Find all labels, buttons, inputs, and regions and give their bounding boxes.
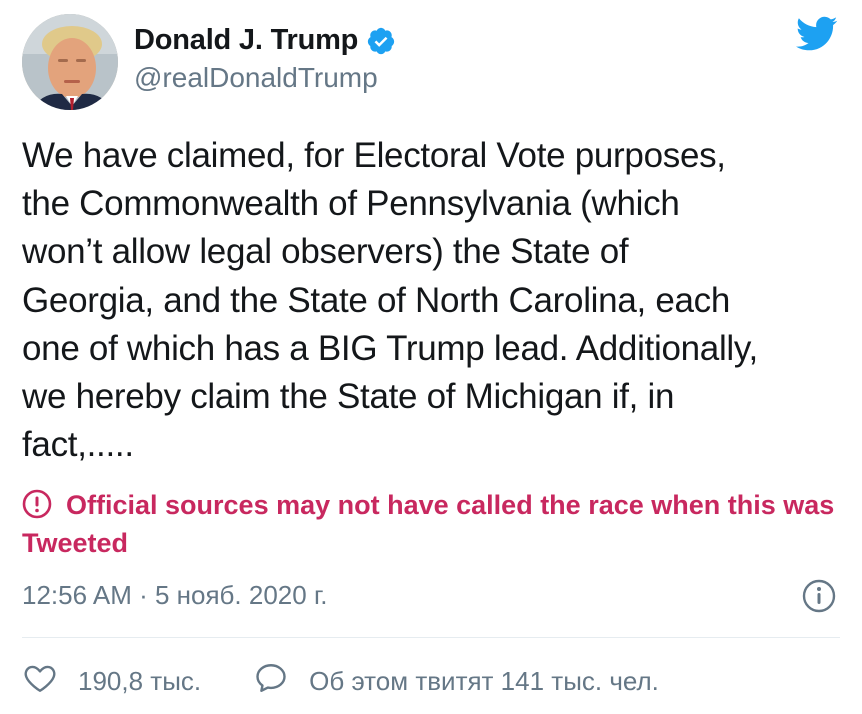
speech-bubble-icon [253, 660, 289, 703]
like-button[interactable]: 190,8 тыс. [22, 660, 201, 703]
avatar[interactable] [22, 14, 118, 110]
reply-button[interactable]: Об этом твитят 141 тыс. чел. [253, 660, 659, 703]
info-icon[interactable] [802, 579, 836, 613]
tweet-actions: 190,8 тыс. Об этом твитят 141 тыс. чел. [22, 660, 659, 703]
election-notice-text: Official sources may not have called the… [22, 490, 835, 558]
twitter-bird-icon[interactable] [796, 16, 838, 52]
author-block: Donald J. Trump @realDonaldTrump [134, 24, 396, 94]
author-display-name[interactable]: Donald J. Trump [134, 24, 358, 57]
tweet-card: Donald J. Trump @realDonaldTrump We have… [0, 0, 862, 714]
tweet-timestamp[interactable]: 12:56 AM · 5 нояб. 2020 г. [22, 580, 327, 611]
divider [22, 637, 840, 638]
exclamation-circle-icon [22, 489, 52, 519]
election-notice[interactable]: Official sources may not have called the… [22, 486, 842, 562]
tweet-text: We have claimed, for Electoral Vote purp… [22, 136, 758, 465]
like-count: 190,8 тыс. [78, 666, 202, 696]
conversation-label: Об этом твитят 141 тыс. чел. [309, 666, 659, 696]
heart-icon [22, 660, 58, 703]
verified-badge-icon [366, 26, 396, 56]
author-handle[interactable]: @realDonaldTrump [134, 62, 396, 94]
